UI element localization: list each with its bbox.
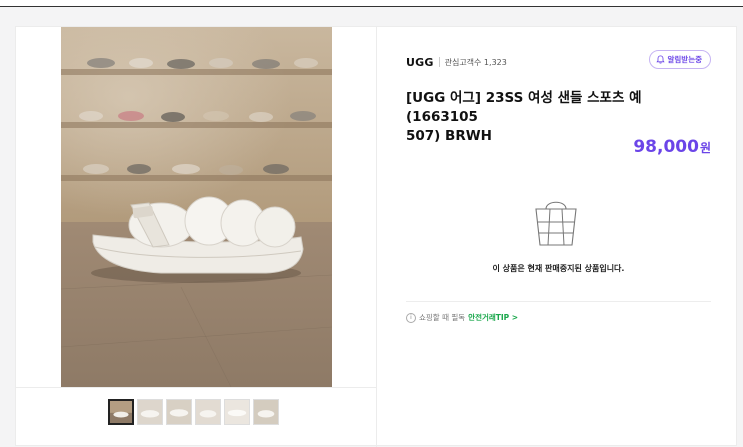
brand-name[interactable]: UGG — [406, 56, 434, 69]
watchers-count: 관심고객수 1,323 — [444, 57, 507, 67]
price-value: 98,000 — [633, 137, 699, 157]
notify-label: 알림받는중 — [667, 55, 703, 64]
product-price: 98,000원 — [633, 137, 711, 157]
gallery-divider — [16, 387, 377, 388]
tip-prefix: 쇼핑할 때 필독 — [419, 313, 466, 322]
thumbnail-4[interactable] — [195, 399, 221, 425]
price-unit: 원 — [699, 141, 711, 155]
product-card: UGG 관심고객수 1,323 알림받는중 [UGG 어그] 23SS 여성 샌… — [15, 26, 737, 447]
info-divider — [406, 301, 711, 302]
product-info-panel: UGG 관심고객수 1,323 알림받는중 [UGG 어그] 23SS 여성 샌… — [406, 27, 711, 447]
thumbnail-5[interactable] — [224, 399, 250, 425]
sandal-photo-image — [61, 27, 332, 387]
thumbnail-3[interactable] — [166, 399, 192, 425]
thumbnail-2[interactable] — [137, 399, 163, 425]
info-icon: i — [406, 312, 416, 323]
soldout-message: 이 상품은 현재 판매중지된 상품입니다. — [492, 264, 625, 273]
bell-icon — [655, 55, 665, 64]
safe-trade-tip-link[interactable]: 안전거래TIP > — [468, 312, 518, 323]
thumbnail-1[interactable] — [108, 399, 134, 425]
brand-separator — [438, 57, 440, 67]
top-border — [0, 0, 743, 7]
notify-button[interactable]: 알림받는중 — [648, 50, 711, 69]
thumbnail-strip — [108, 399, 279, 425]
product-title-line-1: [UGG 어그] 23SS 여성 샌들 스포츠 예 (1663105 — [406, 90, 642, 125]
main-product-photo[interactable] — [61, 27, 332, 387]
product-gallery — [16, 27, 377, 447]
thumbnail-6[interactable] — [253, 399, 279, 425]
shopping-tip: i 쇼핑할 때 필독 안전거래TIP > — [406, 312, 518, 323]
empty-bag-icon — [535, 201, 577, 246]
